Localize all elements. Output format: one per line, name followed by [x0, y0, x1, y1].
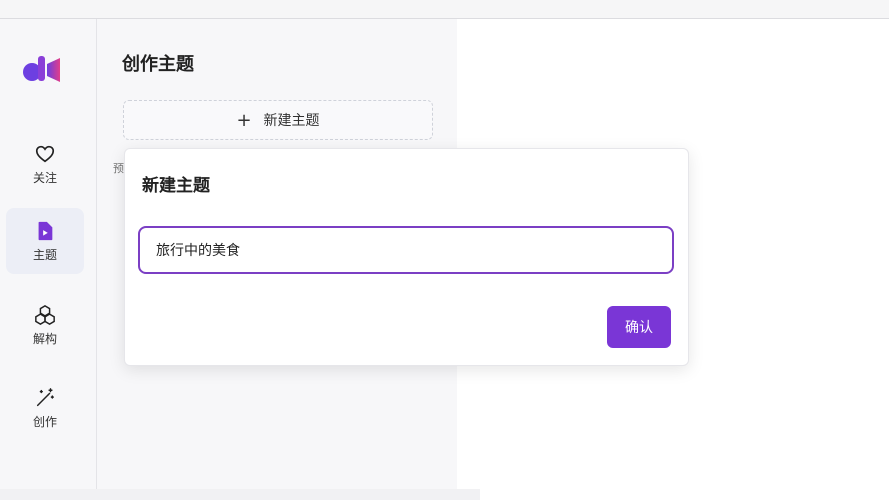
heart-icon: [35, 145, 55, 162]
sidebar-item-label: 创作: [32, 414, 57, 429]
document-play-icon: [38, 221, 53, 240]
magic-wand-icon: [36, 387, 54, 406]
top-bar: [0, 0, 889, 19]
new-topic-dialog: 新建主题 确认: [124, 148, 689, 366]
sidebar-nav: 关注 主题 解构 创作: [0, 19, 97, 489]
cubes-icon: [35, 304, 55, 325]
sidebar-item-create[interactable]: 创作: [6, 375, 84, 441]
sidebar-item-deconstruct[interactable]: 解构: [6, 292, 84, 358]
app-logo[interactable]: [22, 52, 70, 84]
sidebar-item-follow[interactable]: 关注: [6, 131, 84, 197]
new-topic-button[interactable]: + 新建主题: [123, 100, 433, 140]
bottom-strip: [0, 489, 480, 500]
new-topic-label: 新建主题: [263, 113, 320, 129]
truncated-text: 预: [113, 162, 124, 175]
sidebar-item-topics[interactable]: 主题: [6, 208, 84, 274]
sidebar-item-label: 关注: [32, 170, 57, 185]
topic-name-input[interactable]: [138, 226, 674, 274]
sidebar-item-label: 解构: [32, 331, 57, 346]
page-title: 创作主题: [122, 54, 194, 75]
confirm-button[interactable]: 确认: [607, 306, 671, 348]
dialog-title: 新建主题: [142, 176, 210, 196]
sidebar-item-label: 主题: [32, 247, 57, 262]
plus-icon: +: [236, 109, 252, 131]
